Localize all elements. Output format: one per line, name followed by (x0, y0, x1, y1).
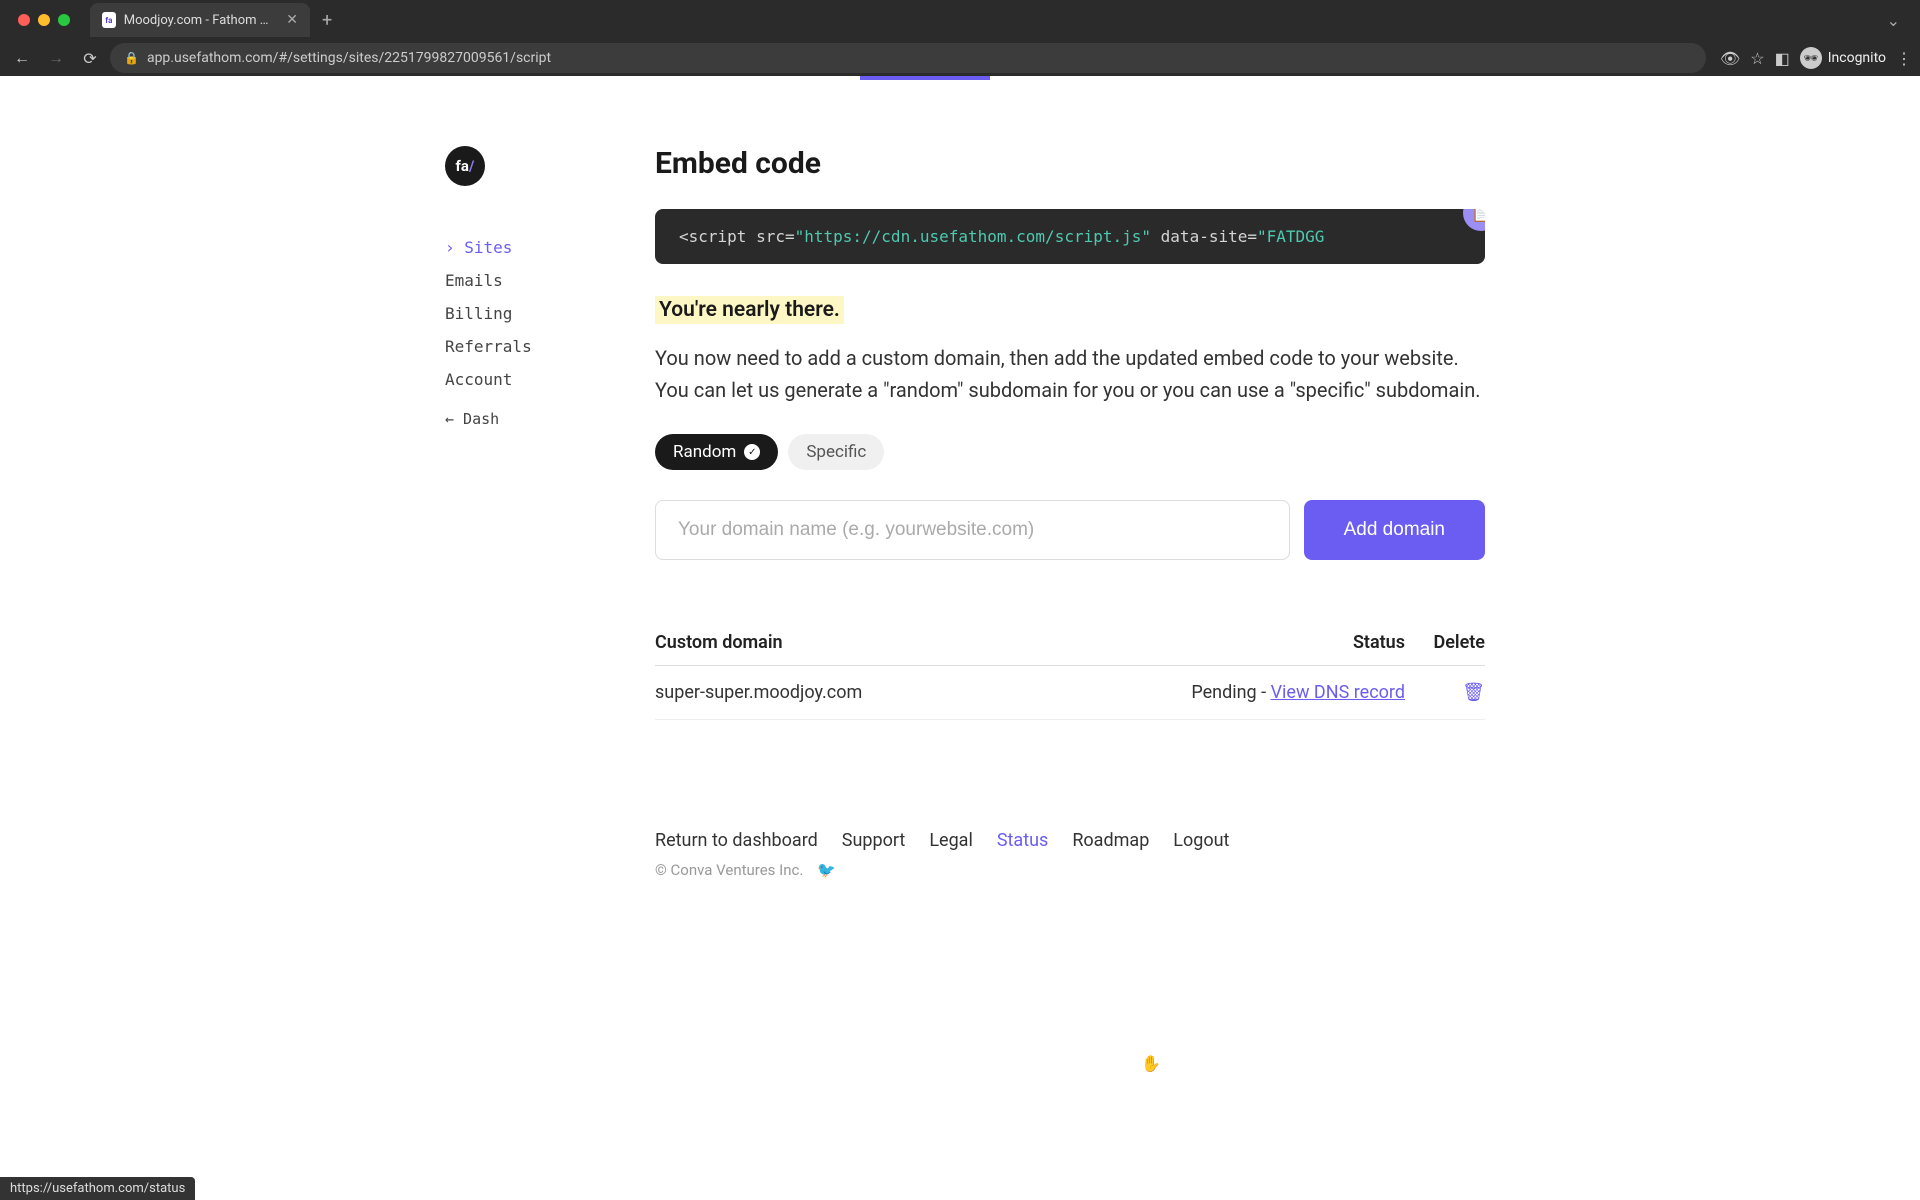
sidebar-item-referrals[interactable]: Referrals (445, 330, 655, 363)
add-domain-button[interactable]: Add domain (1304, 500, 1485, 560)
copy-code-button[interactable]: 📋 (1463, 209, 1485, 231)
forward-button[interactable]: → (42, 44, 70, 72)
footer-legal[interactable]: Legal (929, 830, 973, 851)
check-icon: ✓ (744, 444, 760, 460)
browser-status-bar: https://usefathom.com/status (0, 1177, 195, 1200)
domain-input[interactable] (655, 500, 1290, 560)
sidebar-dash-link[interactable]: ← Dash (445, 396, 655, 428)
main-content: Embed code <script src="https://cdn.usef… (655, 146, 1485, 879)
lock-icon: 🔒 (124, 51, 139, 65)
tab-title: Moodjoy.com - Fathom Analyti (124, 13, 275, 28)
reload-button[interactable]: ⟳ (76, 44, 104, 72)
sidebar-item-emails[interactable]: Emails (445, 264, 655, 297)
view-dns-link[interactable]: View DNS record (1271, 682, 1405, 703)
sidebar-item-billing[interactable]: Billing (445, 297, 655, 330)
toggle-specific[interactable]: Specific (788, 434, 884, 470)
page-viewport: fa/ › Sites Emails Billing Referrals Acc… (0, 76, 1920, 1200)
maximize-window-icon[interactable] (58, 14, 70, 26)
domain-form: Add domain (655, 500, 1485, 560)
embed-code-block[interactable]: <script src="https://cdn.usefathom.com/s… (655, 209, 1485, 264)
footer-status[interactable]: Status (997, 830, 1048, 851)
window-controls (18, 14, 70, 26)
eye-off-icon[interactable]: 👁 (1720, 49, 1740, 68)
browser-tab[interactable]: fa Moodjoy.com - Fathom Analyti ✕ (90, 3, 310, 37)
footer-roadmap[interactable]: Roadmap (1072, 830, 1149, 851)
close-window-icon[interactable] (18, 14, 30, 26)
url-bar: ← → ⟳ 🔒 app.usefathom.com/#/settings/sit… (0, 40, 1920, 76)
menu-icon[interactable]: ⋮ (1896, 49, 1912, 68)
footer-links: Return to dashboard Support Legal Status… (655, 830, 1485, 851)
subdomain-toggle: Random ✓ Specific (655, 434, 1485, 470)
incognito-icon: 🕶 (1800, 47, 1822, 69)
cell-delete: 🗑 (1405, 666, 1485, 720)
twitter-icon[interactable]: 🐦 (817, 861, 836, 879)
highlight-banner: You're nearly there. (655, 296, 844, 324)
logo-text: fa/ (456, 157, 475, 175)
page-title: Embed code (655, 146, 1485, 181)
footer-logout[interactable]: Logout (1173, 830, 1229, 851)
copyright: © Conva Ventures Inc. 🐦 (655, 861, 1485, 879)
logo[interactable]: fa/ (445, 146, 485, 186)
sidebar: fa/ › Sites Emails Billing Referrals Acc… (345, 146, 655, 879)
col-status: Status (1024, 620, 1405, 666)
toggle-random[interactable]: Random ✓ (655, 434, 778, 470)
footer-support[interactable]: Support (842, 830, 906, 851)
description-text: You now need to add a custom domain, the… (655, 342, 1485, 406)
clipboard-icon: 📋 (1471, 209, 1485, 223)
sidebar-item-account[interactable]: Account (445, 363, 655, 396)
cell-domain: super-super.moodjoy.com (655, 666, 1024, 720)
domains-table: Custom domain Status Delete super-super.… (655, 620, 1485, 720)
expand-tabs-icon[interactable]: ⌄ (1887, 11, 1900, 30)
url-text: app.usefathom.com/#/settings/sites/22517… (147, 50, 551, 66)
incognito-indicator[interactable]: 🕶 Incognito (1800, 47, 1886, 69)
tab-bar: fa Moodjoy.com - Fathom Analyti ✕ + ⌄ (0, 0, 1920, 40)
address-bar[interactable]: 🔒 app.usefathom.com/#/settings/sites/225… (110, 43, 1706, 73)
close-tab-icon[interactable]: ✕ (286, 12, 298, 28)
bookmark-icon[interactable]: ☆ (1750, 49, 1764, 68)
trash-icon[interactable]: 🗑 (1462, 682, 1485, 703)
url-actions: 👁 ☆ ◧ 🕶 Incognito ⋮ (1720, 47, 1912, 69)
sidebar-item-sites[interactable]: › Sites (445, 231, 655, 264)
back-button[interactable]: ← (8, 44, 36, 72)
tab-favicon-icon: fa (102, 12, 116, 28)
footer-return-dashboard[interactable]: Return to dashboard (655, 830, 818, 851)
browser-chrome: fa Moodjoy.com - Fathom Analyti ✕ + ⌄ ← … (0, 0, 1920, 76)
col-delete: Delete (1405, 620, 1485, 666)
extensions-icon[interactable]: ◧ (1775, 49, 1790, 68)
cell-status: Pending - View DNS record (1024, 666, 1405, 720)
new-tab-button[interactable]: + (322, 10, 332, 31)
col-domain: Custom domain (655, 620, 1024, 666)
cursor-icon: ✋ (1141, 1054, 1161, 1073)
minimize-window-icon[interactable] (38, 14, 50, 26)
loading-indicator (860, 76, 990, 80)
table-row: super-super.moodjoy.com Pending - View D… (655, 666, 1485, 720)
